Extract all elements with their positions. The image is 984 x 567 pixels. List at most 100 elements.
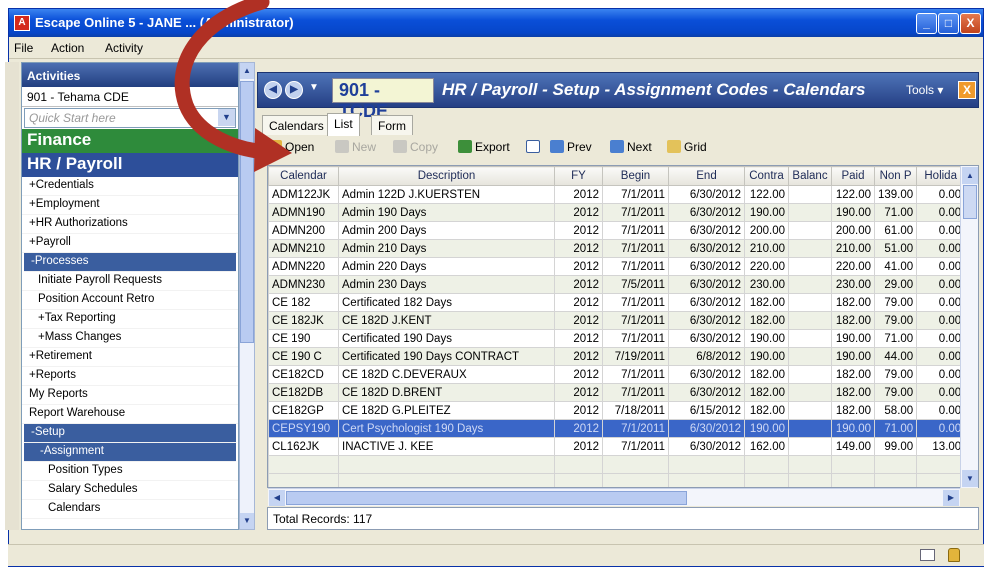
sidebar-item[interactable]: -Assignment: [24, 443, 236, 462]
chevron-down-icon[interactable]: ▼: [218, 109, 235, 126]
table-row[interactable]: CL162JK INACTIVE J. KEE 2012 7/1/2011 6/30/2…: [268, 437, 966, 456]
open-button[interactable]: Open: [268, 140, 314, 154]
sidebar-item[interactable]: +Reports: [22, 367, 238, 386]
table-row[interactable]: CE182CD CE 182D C.DEVERAUX 2012 7/1/2011 6/3…: [268, 365, 966, 384]
pane-splitter[interactable]: [5, 62, 19, 530]
sidebar-item[interactable]: Calendars: [22, 500, 238, 519]
scroll-thumb[interactable]: [286, 491, 687, 505]
table-row[interactable]: CE182DB CE 182D D.BRENT 2012 7/1/2011 6/30/2…: [268, 383, 966, 402]
quick-start-input[interactable]: Quick Start here ▼: [24, 108, 236, 128]
table-row[interactable]: ADMN220 Admin 220 Days 2012 7/1/2011 6/30/20…: [268, 257, 966, 276]
copy-button[interactable]: Copy: [393, 140, 438, 154]
column-header[interactable]: Contra: [744, 166, 789, 186]
tab-form[interactable]: Form: [371, 115, 413, 135]
table-cell: CE182GP: [268, 401, 339, 420]
table-cell: 2012: [554, 347, 603, 366]
sidebar-item[interactable]: My Reports: [22, 386, 238, 405]
table-cell: 6/30/2012: [668, 329, 745, 348]
sidebar-item[interactable]: +HR Authorizations: [22, 215, 238, 234]
table-row[interactable]: ADM122JK Admin 122D J.KUERSTEN 2012 7/1/201…: [268, 185, 966, 204]
district-selector[interactable]: 901 - Tehama CDE: [22, 87, 238, 107]
table-cell: 7/18/2011: [602, 401, 669, 420]
tools-menu[interactable]: Tools ▾: [906, 83, 943, 97]
grid-horizontal-scrollbar[interactable]: ◀ ▶: [268, 488, 960, 506]
table-cell: [788, 347, 832, 366]
next-button[interactable]: Next: [610, 140, 652, 154]
table-row[interactable]: CE182GP CE 182D G.PLEITEZ 2012 7/18/2011 6/1…: [268, 401, 966, 420]
table-row[interactable]: ADMN210 Admin 210 Days 2012 7/1/2011 6/30/20…: [268, 239, 966, 258]
scroll-down-icon[interactable]: ▼: [962, 470, 978, 487]
menu-file[interactable]: File: [14, 41, 33, 55]
table-row[interactable]: ADMN200 Admin 200 Days 2012 7/1/2011 6/30/20…: [268, 221, 966, 240]
column-header[interactable]: Balanc: [788, 166, 832, 186]
table-row[interactable]: ADMN230 Admin 230 Days 2012 7/5/2011 6/30/20…: [268, 275, 966, 294]
maximize-button[interactable]: □: [938, 13, 959, 34]
app-icon: A: [14, 15, 30, 31]
sidebar-item[interactable]: +Mass Changes: [22, 329, 238, 348]
table-cell: 220.00: [831, 257, 875, 276]
scroll-left-icon[interactable]: ◀: [269, 490, 285, 506]
preview-button[interactable]: [526, 140, 543, 154]
empty-cell: [338, 455, 555, 474]
column-header[interactable]: Paid: [831, 166, 875, 186]
sidebar-item[interactable]: +Retirement: [22, 348, 238, 367]
minimize-button[interactable]: _: [916, 13, 937, 34]
history-dropdown-icon[interactable]: ▼: [309, 82, 319, 93]
table-row[interactable]: ADMN190 Admin 190 Days 2012 7/1/2011 6/30/20…: [268, 203, 966, 222]
scroll-right-icon[interactable]: ▶: [943, 490, 959, 506]
table-cell: 190.00: [744, 329, 789, 348]
sidebar-item[interactable]: +Tax Reporting: [22, 310, 238, 329]
column-header[interactable]: Holida: [916, 166, 966, 186]
empty-cell: [831, 473, 875, 487]
table-cell: 149.00: [831, 437, 875, 456]
column-header[interactable]: Begin: [602, 166, 669, 186]
scroll-thumb[interactable]: [963, 185, 977, 219]
table-cell: 71.00: [873, 329, 918, 348]
prev-button[interactable]: Prev: [550, 140, 592, 154]
back-icon[interactable]: ◀: [264, 81, 282, 99]
menu-activity[interactable]: Activity: [105, 41, 143, 55]
forward-icon[interactable]: ▶: [285, 81, 303, 99]
sidebar-item[interactable]: Report Warehouse: [22, 405, 238, 424]
sidebar-item[interactable]: +Employment: [22, 196, 238, 215]
sidebar-item[interactable]: -Processes: [24, 253, 236, 272]
scroll-thumb[interactable]: [240, 81, 254, 343]
sidebar-item[interactable]: +Payroll: [22, 234, 238, 253]
new-button[interactable]: New: [335, 140, 376, 154]
table-cell: [788, 185, 832, 204]
scroll-up-icon[interactable]: ▲: [240, 63, 254, 79]
column-header[interactable]: FY: [554, 166, 603, 186]
sidebar-item[interactable]: Salary Schedules: [22, 481, 238, 500]
table-row[interactable]: CE 182JK CE 182D J.KENT 2012 7/1/2011 6/30/2…: [268, 311, 966, 330]
column-header[interactable]: Description: [338, 166, 555, 186]
sidebar-item[interactable]: Position Types: [22, 462, 238, 481]
table-row[interactable]: CE 190 Certificated 190 Days 2012 7/1/2011 6…: [268, 329, 966, 348]
scroll-up-icon[interactable]: ▲: [962, 167, 978, 184]
sidebar-item[interactable]: Position Account Retro: [22, 291, 238, 310]
table-cell: 0.00: [916, 185, 966, 204]
column-header[interactable]: End: [668, 166, 745, 186]
table-cell: 79.00: [873, 293, 918, 312]
grid-vertical-scrollbar[interactable]: ▲ ▼: [960, 166, 978, 488]
column-header[interactable]: Non P: [873, 166, 918, 186]
table-row[interactable]: CEPSY190 Cert Psychologist 190 Days 2012 7/…: [268, 419, 966, 438]
scroll-down-icon[interactable]: ▼: [240, 513, 254, 529]
finance-band[interactable]: Finance: [22, 129, 238, 153]
sidebar-item[interactable]: -Setup: [24, 424, 236, 443]
menu-action[interactable]: Action: [51, 41, 84, 55]
hr-payroll-band[interactable]: HR / Payroll: [22, 153, 238, 177]
table-row[interactable]: CE 182 Certificated 182 Days 2012 7/1/2011 6…: [268, 293, 966, 312]
title-bar[interactable]: A Escape Online 5 - JANE ... (Administra…: [9, 9, 983, 37]
column-header[interactable]: Calendar: [268, 166, 339, 186]
close-button[interactable]: X: [960, 13, 981, 34]
grid-button[interactable]: Grid: [667, 140, 707, 154]
export-button[interactable]: Export: [458, 140, 510, 154]
sidebar-item[interactable]: +Credentials: [22, 177, 238, 196]
tab-calendars[interactable]: Calendars: [262, 115, 331, 135]
table-row[interactable]: CE 190 C Certificated 190 Days CONTRACT 20…: [268, 347, 966, 366]
tab-list[interactable]: List: [327, 113, 360, 136]
panel-close-button[interactable]: X: [958, 81, 976, 99]
sidebar-item[interactable]: Initiate Payroll Requests: [22, 272, 238, 291]
sidebar-scrollbar[interactable]: ▲ ▼: [239, 62, 255, 530]
window-title: Escape Online 5 - JANE ... (Administrato…: [35, 15, 294, 30]
